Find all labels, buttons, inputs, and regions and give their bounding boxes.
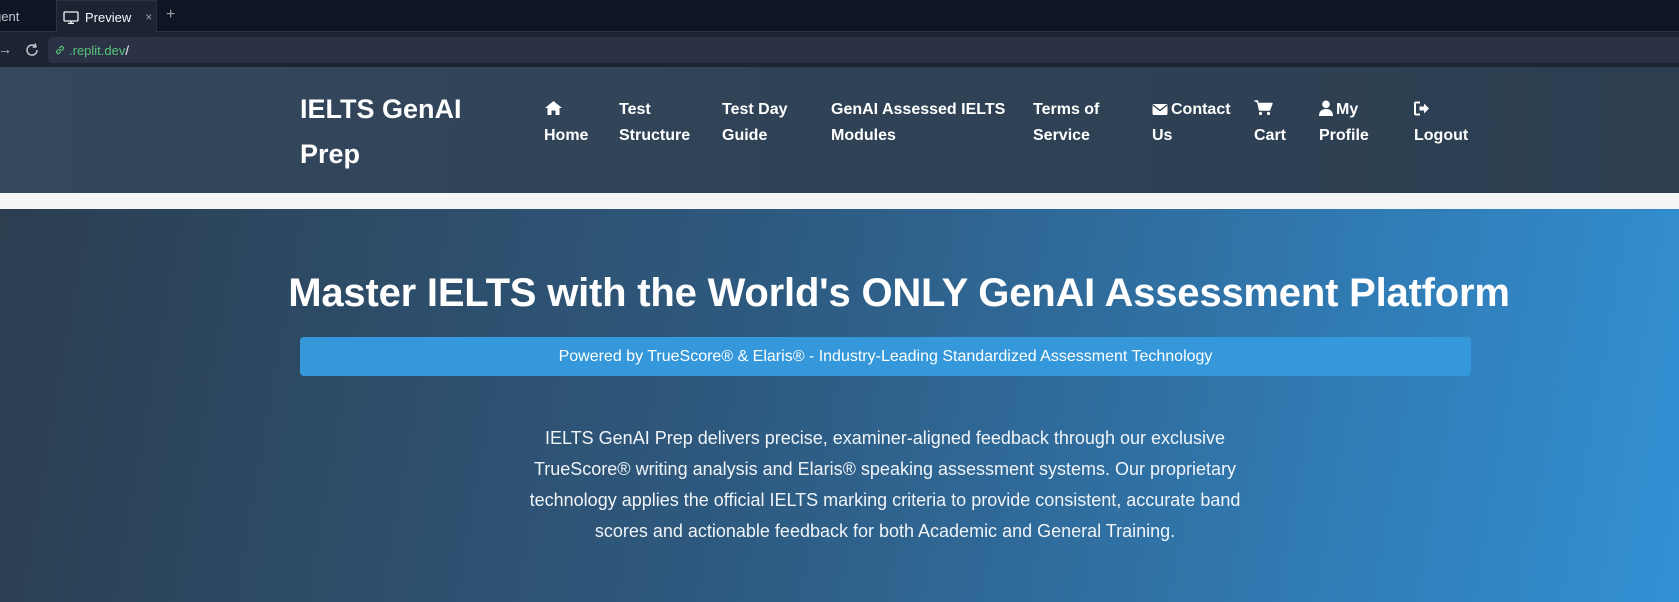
nav-test-day-guide[interactable]: Test Day Guide: [722, 97, 788, 149]
tab-agent[interactable]: gent: [0, 0, 56, 32]
hero-description: IELTS GenAI Prep delivers precise, exami…: [529, 428, 1241, 541]
forward-arrow-icon[interactable]: →: [0, 41, 12, 57]
nav-test-structure-line1: Test: [619, 101, 651, 118]
nav-cart-label: Cart: [1254, 127, 1287, 144]
nav-test-structure[interactable]: Test Structure: [619, 97, 690, 149]
envelope-icon: [1152, 104, 1168, 115]
close-icon[interactable]: ×: [145, 10, 152, 24]
tab-preview[interactable]: Preview ×: [56, 0, 157, 33]
reload-icon[interactable]: [24, 42, 40, 58]
tab-agent-label: gent: [0, 8, 20, 24]
nav-my-profile[interactable]: My Profile: [1319, 97, 1369, 149]
monitor-icon: [63, 10, 79, 24]
tab-bar: gent Preview × +: [0, 0, 1679, 33]
nav-contact-line2: Us: [1152, 127, 1173, 144]
nav-home-label: Home: [544, 127, 589, 144]
hero-title: Master IELTS with the World's ONLY GenAI…: [288, 271, 1510, 315]
nav-test-structure-line2: Structure: [619, 127, 691, 144]
brand-line-2: Prep: [300, 139, 361, 169]
nav-genai-modules[interactable]: GenAI Assessed IELTS Modules: [831, 97, 1005, 149]
site-navbar: IELTS GenAI Prep Home Test Structure Tes…: [0, 67, 1679, 193]
nav-contact-us[interactable]: Contact Us: [1152, 97, 1231, 149]
nav-home[interactable]: Home: [544, 97, 588, 149]
nav-genai-modules-line1: GenAI Assessed IELTS: [831, 101, 1006, 118]
nav-test-day-guide-line2: Guide: [722, 127, 768, 144]
cart-icon: [1254, 100, 1273, 116]
nav-logout-label: Logout: [1414, 127, 1469, 144]
address-bar: → .replit.dev /: [0, 33, 1679, 67]
tab-preview-label: Preview: [85, 9, 132, 25]
link-icon: [56, 45, 64, 55]
nav-profile-line1: My: [1336, 101, 1359, 118]
brand-logo[interactable]: IELTS GenAI Prep: [300, 87, 490, 177]
user-icon: [1319, 100, 1333, 116]
logout-icon: [1414, 101, 1429, 116]
home-icon: [545, 101, 562, 115]
url-path: /: [125, 42, 129, 58]
nav-terms-of-service[interactable]: Terms of Service: [1033, 97, 1099, 149]
header-divider-strip: [0, 193, 1679, 209]
nav-genai-modules-line2: Modules: [831, 127, 896, 144]
nav-test-day-guide-line1: Test Day: [722, 101, 788, 118]
nav-terms-line1: Terms of: [1033, 101, 1100, 118]
nav-cart[interactable]: Cart: [1254, 97, 1286, 149]
nav-terms-line2: Service: [1033, 127, 1090, 144]
url-host: .replit.dev: [69, 42, 126, 58]
nav-contact-line1: Contact: [1171, 101, 1231, 118]
new-tab-button[interactable]: +: [166, 6, 175, 24]
brand-line-1: IELTS GenAI: [300, 94, 462, 124]
url-field[interactable]: .replit.dev /: [48, 37, 1679, 63]
nav-profile-line2: Profile: [1319, 127, 1369, 144]
nav-logout[interactable]: Logout: [1414, 97, 1468, 149]
hero-section: Master IELTS with the World's ONLY GenAI…: [0, 209, 1679, 602]
powered-by-banner: Powered by TrueScore® & Elaris® - Indust…: [300, 337, 1471, 376]
